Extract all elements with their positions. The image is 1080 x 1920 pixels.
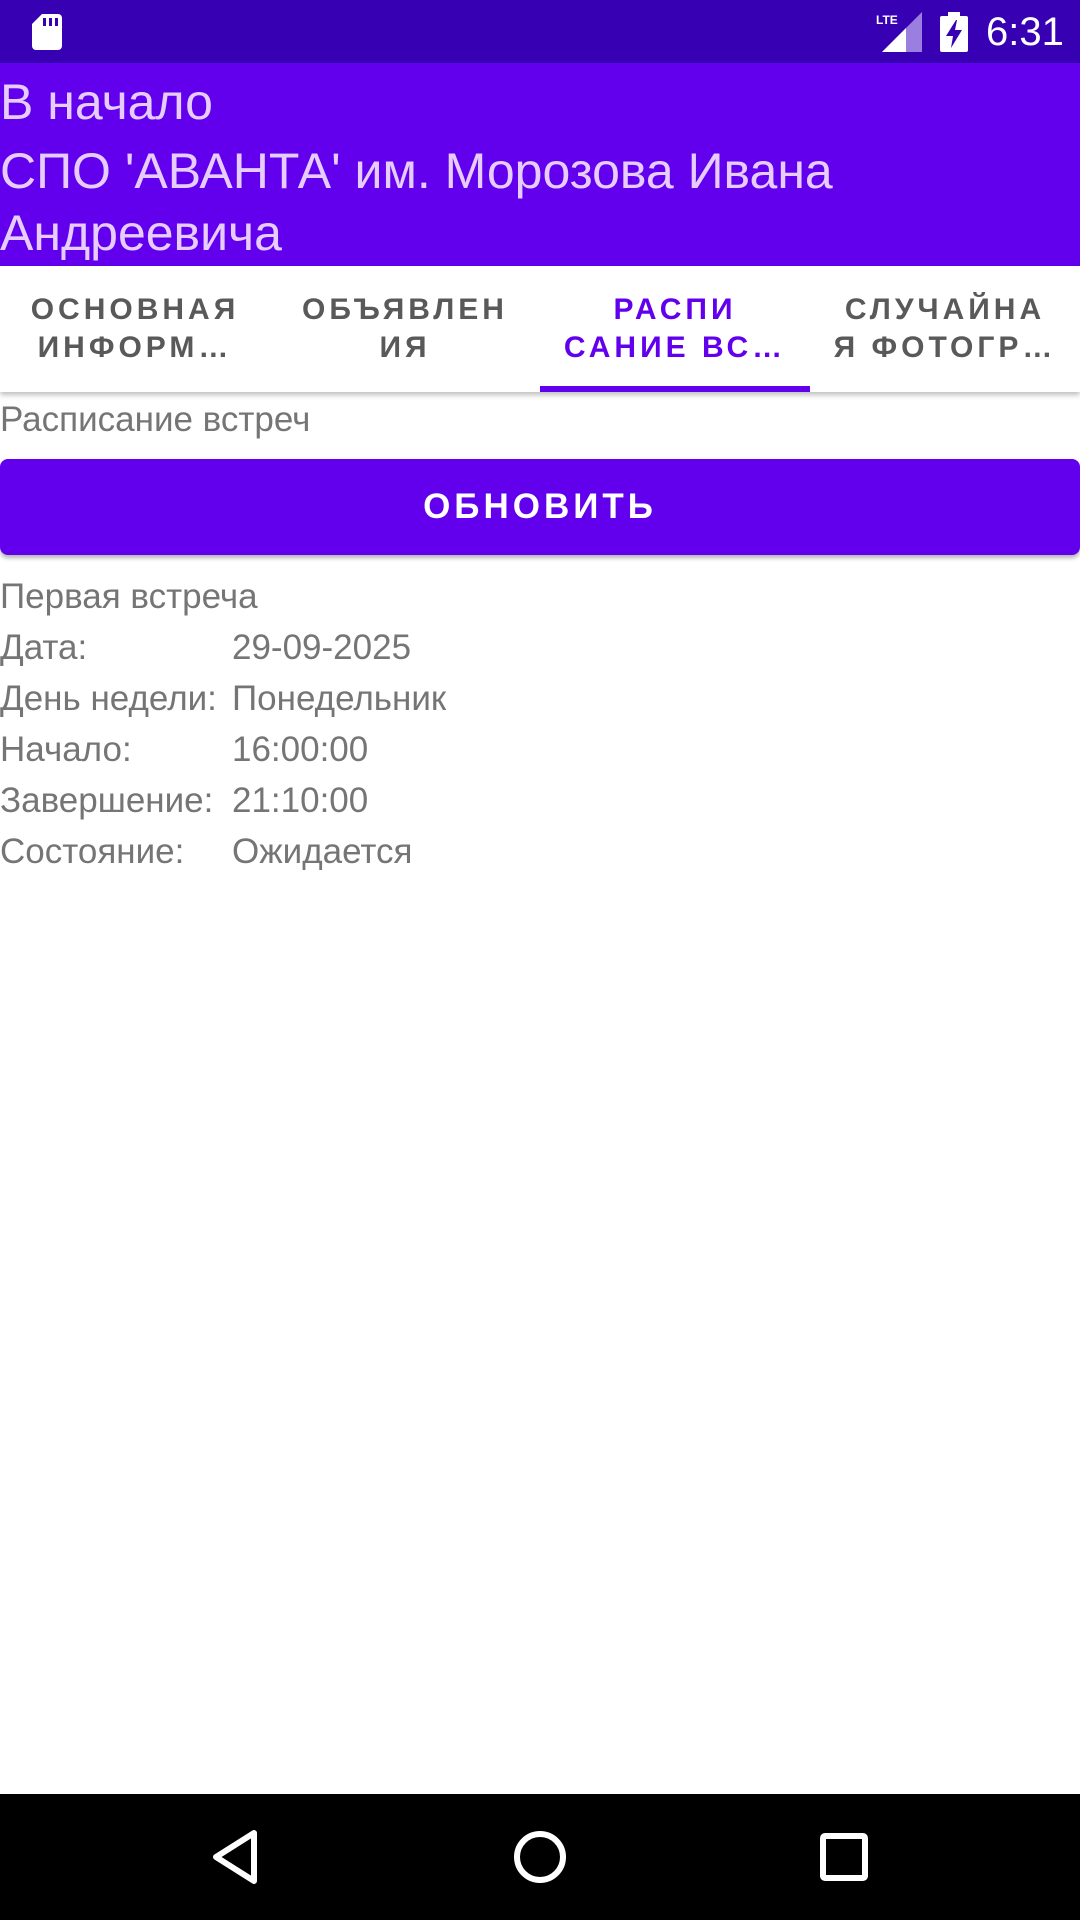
tab-label: ОБЪЯВЛЕН ИЯ — [302, 293, 508, 364]
info-label: Дата: — [0, 628, 88, 667]
info-label: Начало: — [0, 730, 132, 769]
home-icon[interactable] — [508, 1825, 572, 1889]
active-tab-indicator — [540, 386, 810, 392]
recents-icon[interactable] — [812, 1825, 876, 1889]
status-clock: 6:31 — [986, 10, 1064, 54]
info-row-weekday: День недели: Понедельник — [0, 676, 1080, 727]
info-value: 21:10:00 — [232, 781, 369, 820]
sd-card-icon — [32, 14, 62, 50]
meeting-title: Первая встреча — [0, 577, 258, 616]
tab-random-photo[interactable]: СЛУЧАЙНА Я ФОТОГР… — [810, 266, 1080, 392]
app-title: СПО 'АВАНТА' им. Морозова Ивана Андрееви… — [0, 143, 833, 261]
info-value: 16:00:00 — [232, 730, 369, 769]
info-label: Состояние: — [0, 832, 185, 871]
tab-bar: ОСНОВНАЯ ИНФОРМ… ОБЪЯВЛЕН ИЯ РАСПИ САНИЕ… — [0, 266, 1080, 392]
info-value: 29-09-2025 — [232, 628, 412, 667]
info-label: Завершение: — [0, 781, 214, 820]
info-row-start: Начало: 16:00:00 — [0, 727, 1080, 778]
lte-label: LTE — [876, 13, 898, 27]
tab-label: СЛУЧАЙНА Я ФОТОГР… — [833, 293, 1057, 364]
info-row-status: Состояние: Ожидается — [0, 829, 1080, 880]
refresh-button[interactable]: ОБНОВИТЬ — [0, 459, 1080, 555]
tab-main-info[interactable]: ОСНОВНАЯ ИНФОРМ… — [0, 266, 270, 392]
lte-signal-icon: LTE — [876, 12, 922, 52]
info-label: День недели: — [0, 679, 217, 718]
info-row-date: Дата: 29-09-2025 — [0, 625, 1080, 676]
tab-meeting-schedule[interactable]: РАСПИ САНИЕ ВС… — [540, 266, 810, 392]
info-value: Ожидается — [232, 832, 413, 871]
tab-label: РАСПИ САНИЕ ВС… — [563, 293, 787, 364]
tab-announcements[interactable]: ОБЪЯВЛЕН ИЯ — [270, 266, 540, 392]
status-bar: LTE 6:31 — [0, 0, 1080, 63]
navigation-bar — [0, 1794, 1080, 1920]
battery-charging-icon — [940, 12, 968, 52]
back-icon[interactable] — [204, 1825, 268, 1889]
tab-label: ОСНОВНАЯ ИНФОРМ… — [30, 293, 240, 364]
info-row-end: Завершение: 21:10:00 — [0, 778, 1080, 829]
section-title: Расписание встреч — [0, 400, 311, 439]
info-value: Понедельник — [232, 679, 447, 718]
home-link[interactable]: В начало — [0, 72, 213, 132]
